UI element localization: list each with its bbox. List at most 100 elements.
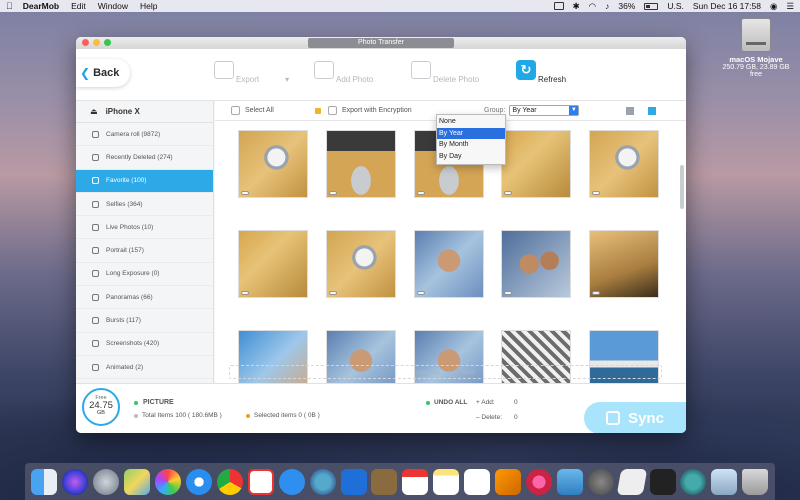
photo-thumbnail[interactable]: [502, 131, 570, 197]
app-store-icon[interactable]: [340, 468, 367, 495]
close-window-button[interactable]: [82, 39, 89, 46]
maps-icon[interactable]: [124, 468, 151, 495]
textedit-icon[interactable]: [616, 468, 647, 495]
add-photo-button[interactable]: Add Photo: [314, 61, 373, 84]
messages-icon[interactable]: [278, 468, 305, 495]
sync-button[interactable]: Sync: [584, 402, 686, 433]
sidebar-item-label: Recently Deleted (274): [106, 153, 173, 161]
desktop-disk[interactable]: macOS Mojave 250.79 GB, 23.89 GB free: [716, 18, 796, 78]
dearmob-icon[interactable]: [680, 468, 707, 495]
sidebar-item-live-photos[interactable]: Live Photos (10): [76, 216, 213, 240]
checkbox-icon[interactable]: [231, 106, 240, 115]
photo-thumbnail[interactable]: [590, 131, 658, 197]
menu-app-name[interactable]: DearMob: [23, 1, 59, 11]
siri-dock-icon[interactable]: [62, 468, 89, 495]
gray-dot-icon: [134, 413, 138, 418]
downloads-folder-icon[interactable]: [711, 468, 738, 495]
large-grid-icon[interactable]: [626, 106, 634, 115]
device-name: iPhone X: [105, 107, 140, 116]
sidebar-item-favorite[interactable]: Favorite (100): [76, 169, 213, 193]
minimize-window-button[interactable]: [93, 39, 100, 46]
menu-help[interactable]: Help: [140, 1, 157, 11]
photo-thumbnail[interactable]: [239, 131, 307, 197]
sidebar-item-label: Portrait (157): [106, 247, 144, 255]
eject-icon[interactable]: ⏏: [90, 107, 98, 116]
reminders-icon[interactable]: [464, 468, 491, 495]
sidebar-item-label: Long Exposure (0): [106, 270, 160, 278]
notefile-icon[interactable]: [371, 468, 398, 495]
sidebar-item-portrait[interactable]: Portrait (157): [76, 239, 213, 263]
add-count-label: + Add:: [476, 399, 495, 406]
ibooks-icon[interactable]: [495, 468, 522, 495]
device-header[interactable]: ⏏ iPhone X: [76, 101, 213, 123]
photo-thumbnail[interactable]: [327, 131, 395, 197]
scrollbar[interactable]: [680, 165, 684, 209]
photo-thumbnail[interactable]: [327, 231, 395, 297]
photo-thumbnail[interactable]: [590, 231, 658, 297]
system-preferences-icon[interactable]: [587, 468, 614, 495]
calendar-icon[interactable]: [402, 468, 429, 495]
sidebar-item-selfies[interactable]: Selfies (364): [76, 193, 213, 217]
delete-count-label: – Delete:: [476, 414, 503, 421]
slack-icon[interactable]: [247, 468, 274, 495]
select-all-checkbox[interactable]: Select All: [231, 106, 274, 115]
menu-window[interactable]: Window: [98, 1, 128, 11]
refresh-button[interactable]: ↻ Refresh: [516, 60, 566, 84]
battery-percent[interactable]: 36%: [618, 1, 635, 11]
sidebar-item-panoramas[interactable]: Panoramas (66): [76, 286, 213, 310]
delete-photo-button[interactable]: Delete Photo: [411, 61, 479, 84]
notes-icon[interactable]: [433, 468, 460, 495]
chrome-icon[interactable]: [216, 468, 243, 495]
window-title: Photo Transfer: [308, 38, 454, 48]
volume-icon[interactable]: ♪: [605, 1, 609, 11]
photo-thumbnail[interactable]: [502, 231, 570, 297]
group-option-by-year[interactable]: By Year: [437, 127, 505, 140]
preview-icon[interactable]: [556, 468, 583, 495]
clock[interactable]: Sun Dec 16 17:58: [693, 1, 761, 11]
export-encryption-checkbox[interactable]: Export with Encryption: [315, 106, 412, 115]
export-icon: [214, 61, 234, 79]
checkbox-icon[interactable]: [328, 106, 337, 115]
menu-edit[interactable]: Edit: [71, 1, 86, 11]
group-select[interactable]: By Year ▼: [509, 105, 580, 116]
notification-center-icon[interactable]: ☰: [786, 1, 794, 12]
bluetooth-icon[interactable]: ✱: [573, 1, 580, 12]
sidebar-item-camera-roll[interactable]: Camera roll (9872): [76, 123, 213, 147]
chevron-down-icon[interactable]: ▾: [285, 75, 289, 84]
export-button[interactable]: Export ▾: [214, 61, 289, 84]
siri-icon[interactable]: ◉: [770, 1, 777, 12]
photo-thumbnail[interactable]: [415, 231, 483, 297]
safari-icon[interactable]: [185, 468, 212, 495]
animated-icon: [92, 363, 99, 371]
small-grid-icon[interactable]: [648, 106, 656, 115]
trash-icon[interactable]: [742, 468, 769, 495]
sidebar-item-screenshots[interactable]: Screenshots (420): [76, 333, 213, 356]
back-button[interactable]: ❮ Back: [76, 59, 130, 87]
cloud-icon: [504, 291, 512, 295]
wifi-icon[interactable]: ◠: [589, 1, 596, 12]
sidebar-item-recently-deleted[interactable]: Recently Deleted (274): [76, 146, 213, 170]
undo-all-button[interactable]: UNDO ALL: [426, 399, 467, 406]
terminal-icon[interactable]: [649, 468, 676, 495]
twitter-app-icon[interactable]: [309, 468, 336, 495]
input-source[interactable]: U.S.: [667, 1, 684, 11]
apple-icon[interactable]: : [6, 1, 13, 11]
group-option-none[interactable]: None: [437, 116, 505, 128]
airplay-icon[interactable]: [553, 2, 564, 10]
sidebar-item-long-exposure[interactable]: Long Exposure (0): [76, 263, 213, 287]
sidebar-item-bursts[interactable]: Bursts (117): [76, 309, 213, 333]
cloud-icon: [417, 191, 425, 195]
title-bar[interactable]: Photo Transfer: [76, 37, 686, 49]
disk-info: 250.79 GB, 23.89 GB free: [722, 64, 790, 78]
group-option-by-day[interactable]: By Day: [437, 151, 505, 163]
finder-icon[interactable]: [31, 468, 58, 495]
category-label: PICTURE: [134, 399, 174, 406]
sidebar-item-animated[interactable]: Animated (2): [76, 356, 213, 380]
photo-thumbnail[interactable]: [239, 231, 307, 297]
battery-icon[interactable]: [644, 2, 659, 10]
group-option-by-month[interactable]: By Month: [437, 139, 505, 151]
itunes-icon[interactable]: [525, 468, 552, 495]
launchpad-icon[interactable]: [93, 468, 120, 495]
photos-icon[interactable]: [155, 468, 182, 495]
zoom-window-button[interactable]: [104, 39, 111, 46]
